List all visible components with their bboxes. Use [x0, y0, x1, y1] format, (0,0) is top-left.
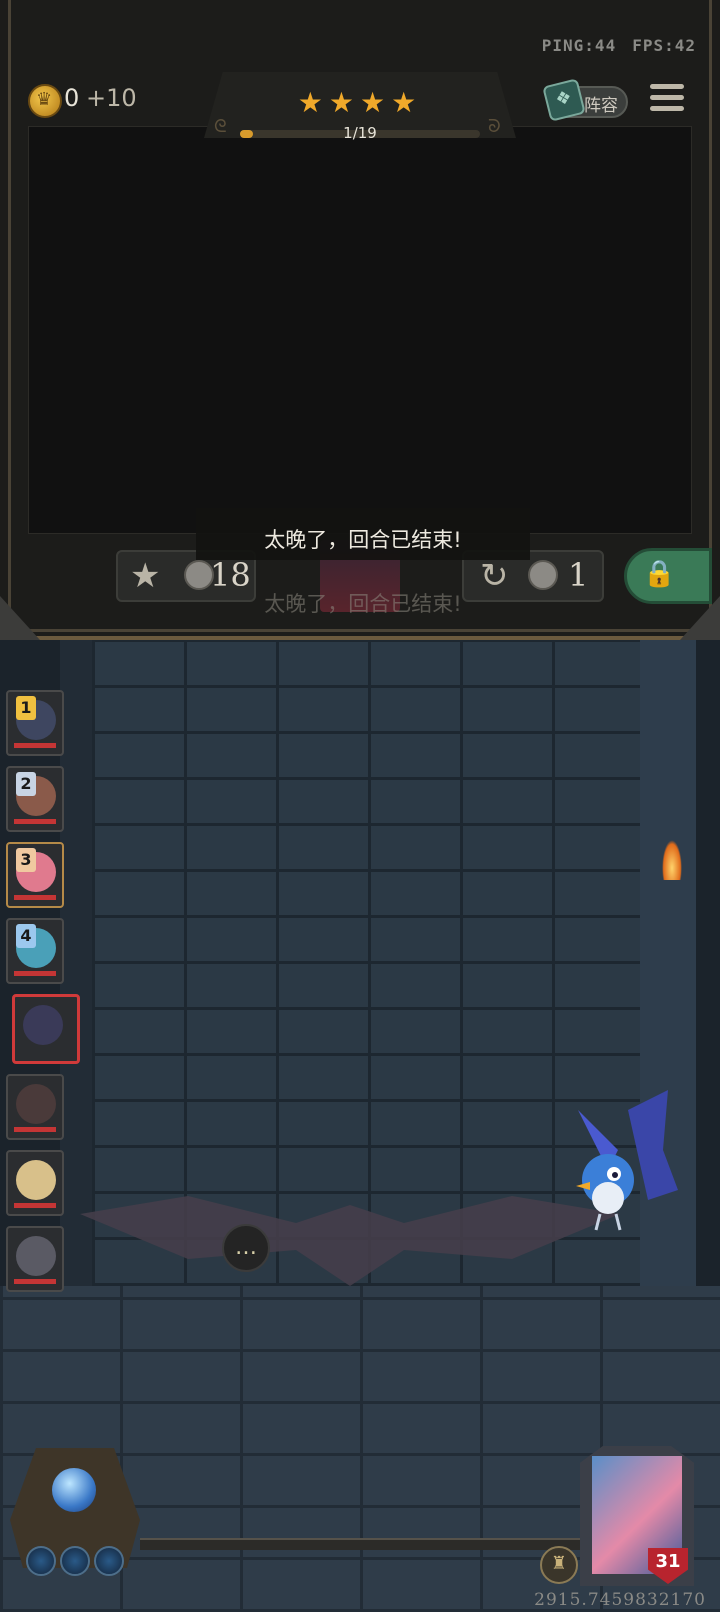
hero-health-bar [14, 1279, 56, 1284]
lineup-button-label: 阵容 [584, 96, 618, 116]
hero-slot[interactable] [6, 1074, 64, 1140]
round-progress-text: 1/19 [343, 124, 377, 142]
hero-portrait [23, 1005, 63, 1045]
toast-message: 太晚了，回合已结束! [264, 528, 462, 552]
stone-wall [92, 640, 640, 1286]
hero-portrait [16, 1160, 56, 1200]
hero-rank: 3 [16, 848, 36, 872]
toast-message-echo: 太晚了，回合已结束! [264, 592, 462, 616]
mana-slot [26, 1546, 56, 1576]
lineup-button[interactable]: ❖ 阵容 [542, 78, 628, 122]
blue-bird-pet[interactable] [568, 1090, 678, 1240]
level-up-icon[interactable]: ♜ [540, 1546, 578, 1584]
mana-slot [94, 1546, 124, 1576]
hero-rank: 4 [16, 924, 36, 948]
hero-slot-selected[interactable] [12, 994, 80, 1064]
refresh-cost: 1 [568, 556, 589, 594]
lock-shop-button[interactable] [624, 548, 712, 604]
debug-readout: 2915.7459832170 [534, 1590, 706, 1610]
bench-track [140, 1538, 580, 1550]
hero-slot[interactable]: 2 [6, 766, 64, 832]
network-stats: PING:44 FPS:42 [526, 36, 696, 55]
ping-readout: PING:44 [541, 36, 617, 55]
chat-bubble-icon[interactable]: … [222, 1224, 270, 1272]
hero-health-bar [14, 971, 56, 976]
hero-slot[interactable] [6, 1226, 64, 1292]
hero-portrait [16, 1084, 56, 1124]
hero-health-bar [14, 819, 56, 824]
hamburger-menu-icon[interactable] [650, 84, 684, 118]
hero-health-bar [14, 1127, 56, 1132]
mana-slot [60, 1546, 90, 1576]
hero-slot[interactable]: 3 [6, 842, 64, 908]
hero-health-bar [14, 743, 56, 748]
coin-icon [528, 560, 558, 590]
hero-rank: 2 [16, 772, 36, 796]
crystal-orb-icon[interactable] [52, 1468, 96, 1512]
hero-health-bar [14, 895, 56, 900]
star-upgrade-icon: ★ [130, 556, 161, 596]
hero-ranking-list: 1 2 3 4 [0, 690, 80, 1310]
fps-readout: FPS:42 [632, 36, 696, 55]
hero-health-bar [14, 1203, 56, 1208]
shop-card-area [28, 126, 692, 534]
hero-rank: 1 [16, 696, 36, 720]
hero-portrait [16, 1236, 56, 1276]
hero-slot[interactable] [6, 1150, 64, 1216]
hero-slot[interactable]: 4 [6, 918, 64, 984]
hero-slot[interactable]: 1 [6, 690, 64, 756]
torch-flame-icon [662, 840, 682, 880]
